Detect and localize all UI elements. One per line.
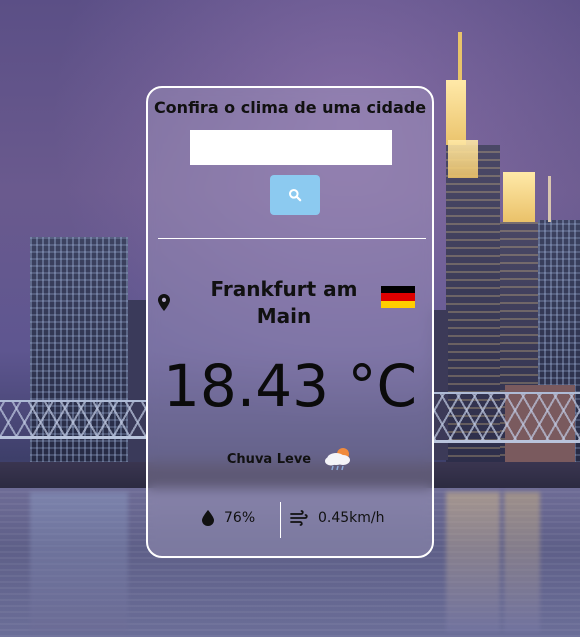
city-row: Frankfurt am Main — [148, 274, 432, 330]
weather-description-row: Chuva Leve — [148, 444, 432, 474]
wind-stat: 0.45km/h — [290, 510, 385, 526]
stats-separator — [280, 502, 281, 538]
weather-description: Chuva Leve — [226, 451, 312, 467]
page-title: Confira o clima de uma cidade — [153, 98, 427, 117]
flag-germany-icon — [381, 286, 415, 308]
stats-row: 76% 0.45km/h — [148, 500, 432, 538]
search-button[interactable] — [270, 175, 320, 215]
city-search-input[interactable] — [190, 130, 392, 165]
search-icon — [289, 189, 302, 202]
humidity-value: 76% — [224, 510, 256, 526]
wind-value: 0.45km/h — [318, 510, 385, 526]
location-pin-icon — [158, 294, 170, 311]
humidity-stat: 76% — [202, 510, 255, 526]
temperature-value: 18.43 °C — [163, 352, 417, 420]
city-name: Frankfurt am Main — [210, 277, 358, 328]
light-rain-icon — [325, 448, 351, 471]
weather-card: Confira o clima de uma cidade Frankfurt … — [146, 86, 434, 558]
divider — [158, 238, 426, 239]
droplet-icon — [202, 510, 214, 526]
wind-icon — [290, 510, 308, 526]
